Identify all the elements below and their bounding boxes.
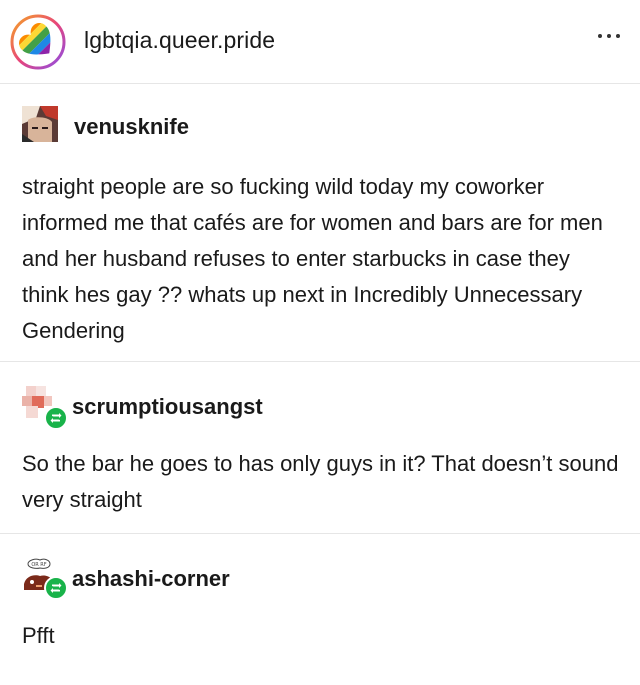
post-body-text: So the bar he goes to has only guys in i…	[22, 451, 619, 512]
post-ashashi-corner: OR RF ashashi-corner Pfft	[0, 534, 640, 685]
svg-text:OR RF: OR RF	[31, 562, 46, 568]
post-author-name[interactable]: venusknife	[74, 114, 189, 140]
pride-heart-avatar[interactable]	[10, 14, 66, 70]
post-scrumptiousangst: scrumptiousangst So the bar he goes to h…	[0, 362, 640, 534]
post-author-name[interactable]: ashashi-corner	[72, 566, 230, 592]
dot	[598, 34, 602, 38]
dot	[607, 34, 611, 38]
post-body-text: Pfft	[22, 623, 55, 648]
blog-header: lgbtqia.queer.pride	[0, 0, 640, 84]
dot	[616, 34, 620, 38]
more-horizontal-icon[interactable]	[598, 30, 620, 42]
post-body-text: straight people are so fucking wild toda…	[22, 174, 603, 343]
post-author-name[interactable]: scrumptiousangst	[72, 394, 263, 420]
blog-name[interactable]: lgbtqia.queer.pride	[84, 27, 275, 54]
reblog-icon	[44, 576, 68, 600]
post-venusknife: venusknife straight people are so fuckin…	[0, 84, 640, 362]
reblog-icon	[44, 406, 68, 430]
author-avatar[interactable]	[22, 106, 58, 142]
